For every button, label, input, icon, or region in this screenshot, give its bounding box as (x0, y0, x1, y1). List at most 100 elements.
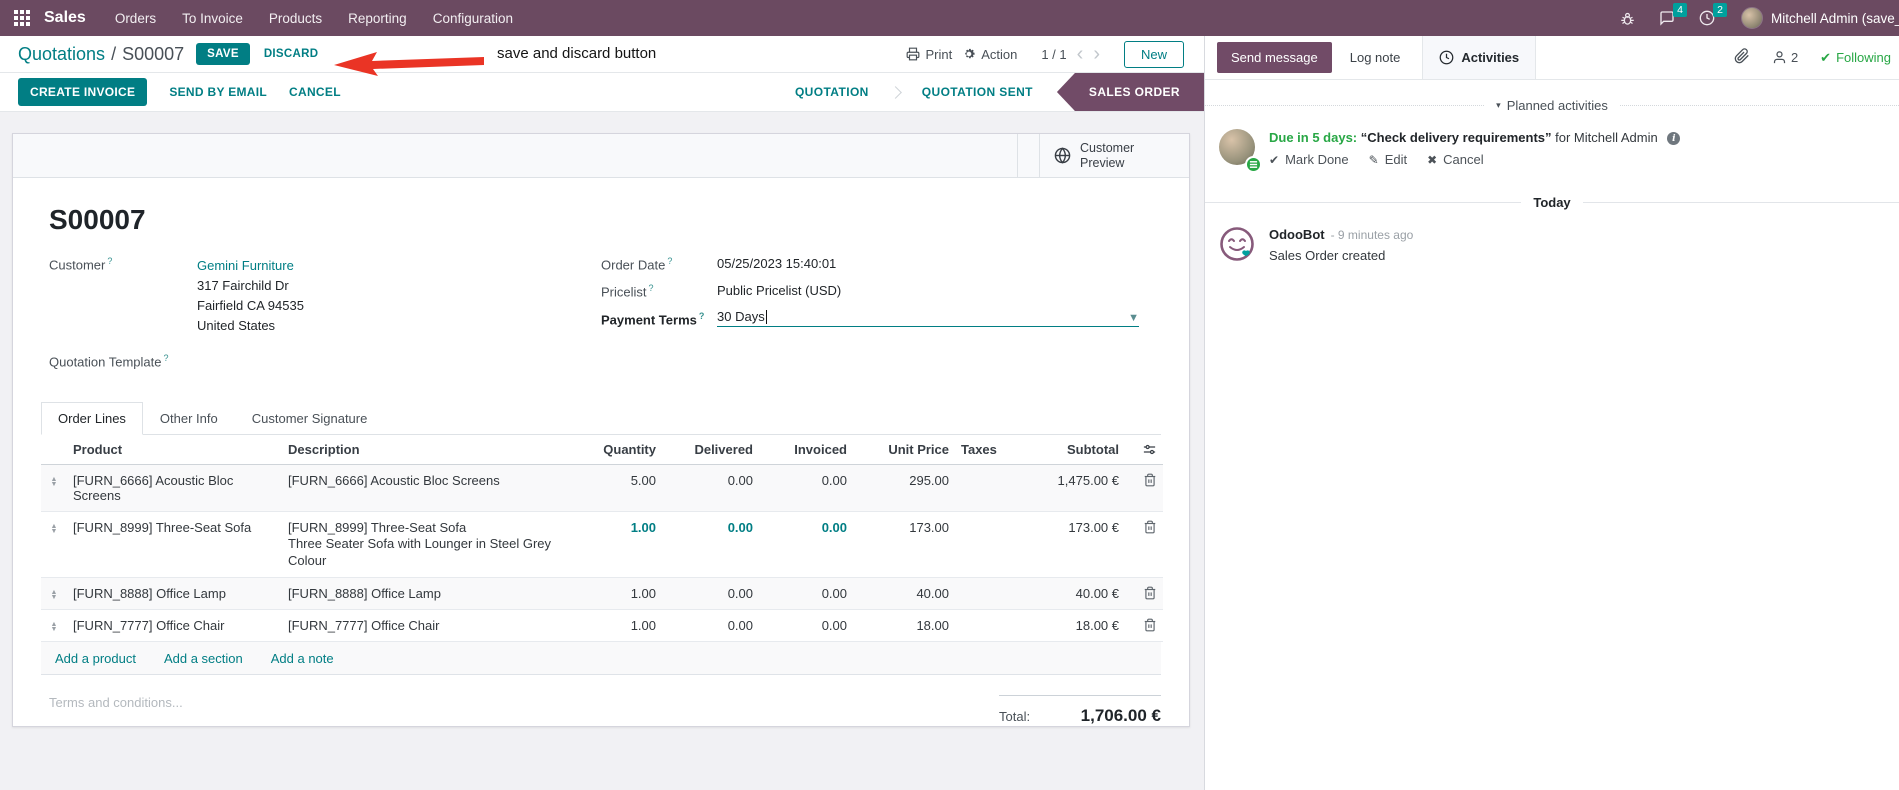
col-subtotal[interactable]: Subtotal (1015, 435, 1125, 466)
message-body: Sales Order created (1269, 248, 1386, 263)
menu-reporting[interactable]: Reporting (335, 0, 420, 36)
mark-done-button[interactable]: ✔ Mark Done (1269, 151, 1349, 169)
delete-row-icon[interactable] (1131, 618, 1157, 632)
send-by-email-button[interactable]: SEND BY EMAIL (169, 85, 267, 99)
x-icon: ✖ (1427, 153, 1438, 167)
create-invoice-button[interactable]: CREATE INVOICE (18, 78, 148, 106)
customer-link[interactable]: Gemini Furniture (197, 256, 304, 276)
col-product[interactable]: Product (67, 435, 282, 466)
add-a-product-link[interactable]: Add a product (55, 651, 136, 666)
table-row[interactable]: ▲ ▼ [FURN_6666] Acoustic Bloc Screens [FU… (41, 464, 1163, 513)
cell-taxes (955, 609, 1015, 643)
stage-pipeline: QUOTATION QUOTATION SENT SALES ORDER (775, 73, 1204, 111)
globe-icon (1054, 147, 1071, 164)
col-description[interactable]: Description (282, 435, 572, 466)
discard-button[interactable]: DISCARD (264, 48, 319, 60)
stage-quotation-sent[interactable]: QUOTATION SENT (902, 73, 1053, 111)
pricelist-label: Pricelist? (601, 283, 654, 300)
tab-order-lines[interactable]: Order Lines (41, 402, 143, 436)
debug-bug-icon[interactable] (1620, 11, 1635, 26)
menu-configuration[interactable]: Configuration (420, 0, 526, 36)
activity-summary: “Check delivery requirements” (1360, 130, 1552, 145)
message-author[interactable]: OdooBot (1269, 226, 1325, 244)
delete-row-icon[interactable] (1131, 473, 1157, 487)
add-a-note-link[interactable]: Add a note (271, 651, 334, 666)
customer-preview-button[interactable]: Customer Preview (1039, 134, 1189, 177)
menu-products[interactable]: Products (256, 0, 335, 36)
print-button[interactable]: Print (906, 47, 952, 62)
customer-address-line: Fairfield CA 94535 (197, 298, 304, 313)
cancel-activity-button[interactable]: ✖ Cancel (1427, 151, 1484, 169)
col-taxes[interactable]: Taxes (955, 435, 1015, 466)
save-button[interactable]: SAVE (196, 43, 250, 65)
pricelist-value[interactable]: Public Pricelist (USD) (717, 283, 841, 299)
info-icon[interactable]: i (1667, 132, 1681, 146)
cell-subtotal: 1,475.00 € (1015, 464, 1125, 513)
collapse-caret-icon: ▾ (1496, 100, 1501, 110)
table-row[interactable]: ▲ ▼ [FURN_8888] Office Lamp [FURN_8888] O… (41, 577, 1163, 611)
attachments-button[interactable] (1734, 48, 1750, 67)
order-date-label: Order Date? (601, 256, 673, 273)
order-date-value[interactable]: 05/25/2023 15:40:01 (717, 256, 836, 272)
pager-next-icon[interactable]: › (1093, 44, 1100, 64)
stage-sales-order-active[interactable]: SALES ORDER (1056, 73, 1204, 111)
clock-icon (1439, 50, 1454, 65)
app-name[interactable]: Sales (44, 9, 86, 27)
drag-handle-icon[interactable]: ▲ ▼ (47, 586, 61, 601)
customer-address-line: 317 Fairchild Dr (197, 278, 289, 293)
payment-terms-field[interactable]: 30 Days ▼ (717, 309, 1139, 327)
menu-to-invoice[interactable]: To Invoice (169, 0, 256, 36)
table-row[interactable]: ▲ ▼ [FURN_8999] Three-Seat Sofa [FURN_899… (41, 511, 1163, 579)
cancel-button[interactable]: CANCEL (289, 85, 341, 99)
menu-orders[interactable]: Orders (102, 0, 169, 36)
optional-columns-icon[interactable] (1131, 442, 1157, 457)
help-marker: ? (667, 256, 673, 266)
delete-row-icon[interactable] (1131, 520, 1157, 534)
followers-button[interactable]: 2 (1772, 50, 1798, 65)
add-a-section-link[interactable]: Add a section (164, 651, 243, 666)
action-button[interactable]: Action (962, 47, 1017, 62)
table-header-row: Product Description Quantity Delivered I… (41, 435, 1163, 466)
total-label: Total: (999, 709, 1031, 725)
pager-previous-icon[interactable]: ‹ (1077, 44, 1084, 64)
pencil-icon: ✎ (1368, 153, 1379, 167)
user-avatar[interactable] (1741, 7, 1763, 29)
cell-invoiced: 0.00 (759, 464, 853, 513)
delete-row-icon[interactable] (1131, 586, 1157, 600)
col-invoiced[interactable]: Invoiced (759, 435, 853, 466)
breadcrumb-quotations[interactable]: Quotations (18, 44, 105, 65)
check-icon: ✔ (1820, 49, 1832, 65)
card-top-divider (1017, 134, 1039, 177)
new-button[interactable]: New (1123, 40, 1184, 68)
cell-quantity: 5.00 (572, 464, 662, 513)
drag-handle-icon[interactable]: ▲ ▼ (47, 520, 61, 535)
cell-delivered: 0.00 (662, 511, 759, 579)
col-delivered[interactable]: Delivered (662, 435, 759, 466)
activities-tab[interactable]: Activities (1422, 36, 1537, 79)
activities-clock-icon[interactable]: 2 (1699, 3, 1727, 26)
activity-due: Due in 5 days: (1269, 130, 1358, 145)
terms-and-conditions-field[interactable]: Terms and conditions... (49, 695, 183, 726)
col-unit-price[interactable]: Unit Price (853, 435, 955, 466)
breadcrumb-current: S00007 (122, 43, 185, 64)
edit-activity-button[interactable]: ✎ Edit (1369, 151, 1407, 169)
table-row[interactable]: ▲ ▼ [FURN_7777] Office Chair [FURN_7777] … (41, 609, 1163, 643)
cell-quantity: 1.00 (572, 609, 662, 643)
planned-activities-toggle[interactable]: ▾ Planned activities (1484, 98, 1620, 113)
user-menu[interactable]: Mitchell Admin (save_discar (1771, 11, 1899, 26)
drag-handle-icon[interactable]: ▲ ▼ (47, 473, 61, 488)
log-note-button[interactable]: Log note (1350, 50, 1401, 65)
quotation-template-label: Quotation Template? (49, 353, 169, 370)
following-toggle[interactable]: ✔ Following (1820, 50, 1891, 66)
drag-handle-icon[interactable]: ▲ ▼ (47, 618, 61, 633)
messages-icon[interactable]: 4 (1659, 3, 1687, 26)
dropdown-caret-icon[interactable]: ▼ (1128, 312, 1139, 324)
send-message-button[interactable]: Send message (1217, 42, 1332, 73)
activity-item: Due in 5 days: “Check delivery requireme… (1205, 127, 1899, 173)
tab-customer-signature[interactable]: Customer Signature (235, 402, 385, 435)
tab-other-info[interactable]: Other Info (143, 402, 235, 435)
col-quantity[interactable]: Quantity (572, 435, 662, 466)
followers-count: 2 (1790, 50, 1799, 65)
stage-quotation[interactable]: QUOTATION (775, 73, 889, 111)
apps-grid-icon[interactable] (14, 10, 30, 26)
